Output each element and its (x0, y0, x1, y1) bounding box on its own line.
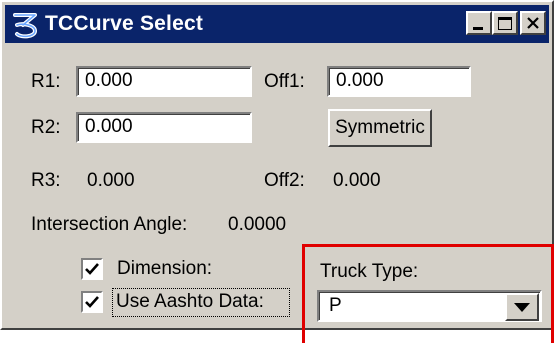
dimension-checkbox[interactable] (81, 258, 103, 280)
off1-label: Off1: (264, 71, 305, 92)
minimize-icon (473, 27, 483, 30)
off2-label: Off2: (264, 170, 305, 191)
dimension-label[interactable]: Dimension: (117, 258, 212, 280)
checkmark-icon (85, 263, 99, 275)
minimize-button[interactable] (466, 11, 492, 35)
off2-value: 0.000 (333, 170, 381, 191)
maximize-icon (498, 17, 512, 30)
r1-input[interactable]: 0.000 (76, 66, 252, 97)
r2-label: R2: (31, 117, 61, 138)
intersection-angle-value: 0.0000 (228, 214, 287, 235)
tccurve-logo-icon (13, 13, 37, 39)
symmetric-button[interactable]: Symmetric (328, 109, 432, 147)
r3-value: 0.000 (87, 170, 135, 191)
truck-type-highlight (302, 244, 554, 343)
intersection-angle-label: Intersection Angle: (31, 214, 188, 235)
off1-input[interactable]: 0.000 (327, 66, 471, 97)
maximize-button[interactable] (492, 11, 518, 35)
r2-input[interactable]: 0.000 (76, 112, 252, 143)
window-title: TCCurve Select (45, 12, 204, 35)
use-aashto-label[interactable]: Use Aashto Data: (116, 291, 264, 313)
close-icon (527, 17, 539, 29)
use-aashto-checkbox[interactable] (81, 291, 103, 313)
r1-label: R1: (31, 71, 61, 92)
title-bar[interactable]: TCCurve Select (5, 5, 549, 43)
checkmark-icon (85, 296, 99, 308)
r3-label: R3: (31, 170, 61, 191)
close-button[interactable] (520, 11, 546, 35)
